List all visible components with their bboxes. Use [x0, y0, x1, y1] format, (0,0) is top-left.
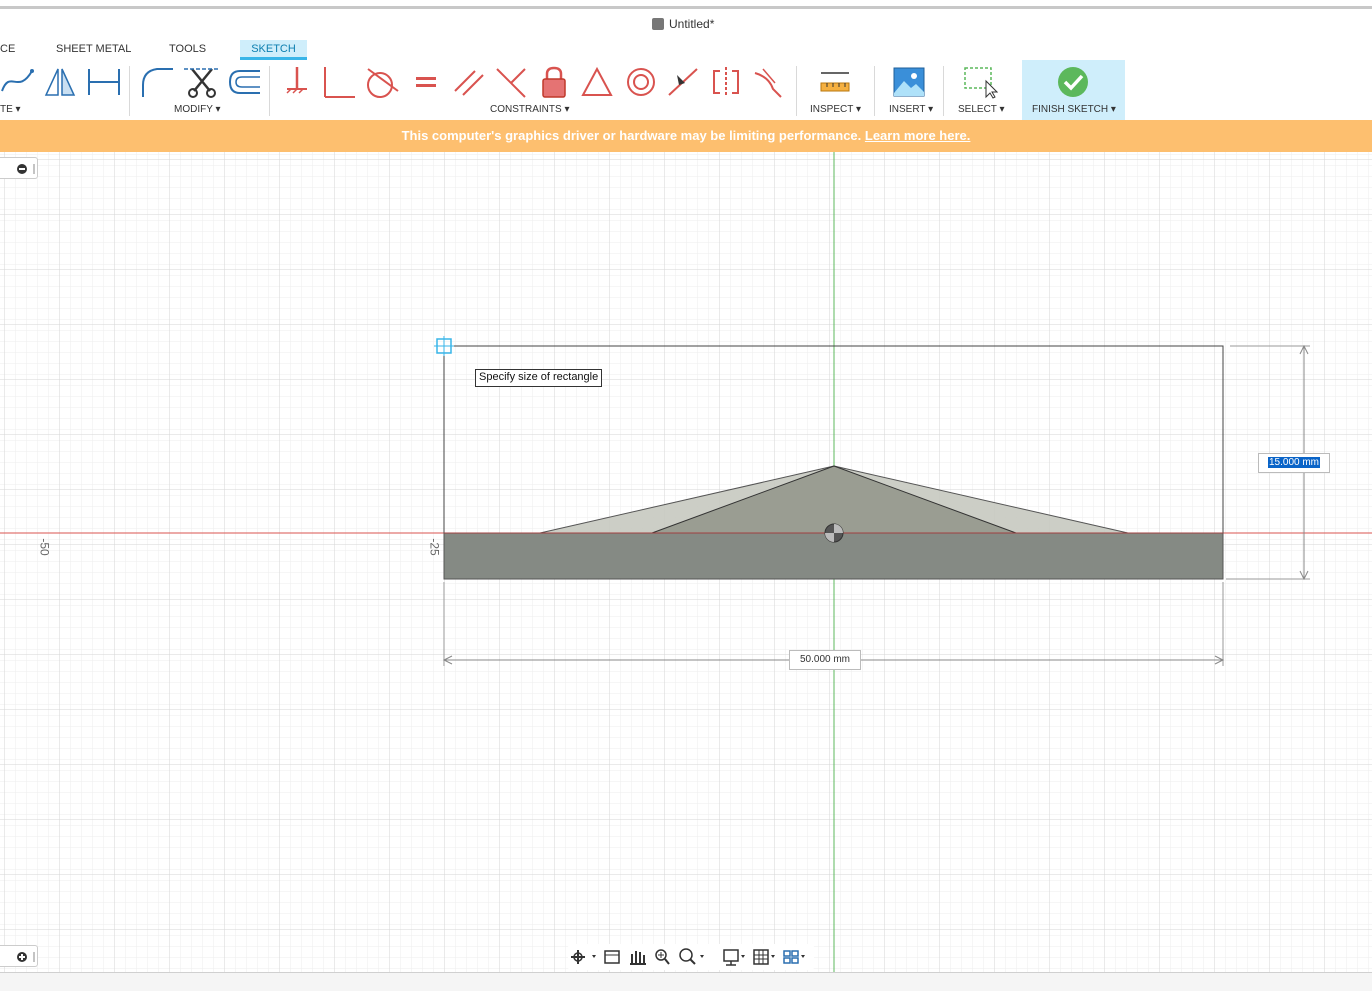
measure-icon[interactable]: [817, 64, 853, 100]
finish-sketch-button[interactable]: FINISH SKETCH ▾: [1032, 104, 1116, 115]
trim-icon[interactable]: [184, 64, 220, 100]
viewports-icon[interactable]: [783, 950, 805, 964]
toolbar-separator: [129, 66, 130, 116]
finish-check-icon[interactable]: [1055, 64, 1091, 100]
axis-label-minus-25: -25: [427, 538, 442, 556]
pan-icon[interactable]: [630, 951, 646, 965]
mirror-icon[interactable]: [42, 64, 78, 100]
lock-icon[interactable]: [536, 64, 572, 100]
concentric-icon[interactable]: [623, 64, 659, 100]
browser-collapse-control[interactable]: [0, 157, 38, 179]
comments-expand-control[interactable]: [0, 945, 38, 967]
modify-group-label[interactable]: MODIFY ▾: [174, 104, 221, 115]
toolbar-separator: [874, 66, 875, 116]
perpendicular-icon[interactable]: [493, 64, 529, 100]
symmetry-icon[interactable]: [708, 64, 744, 100]
triangle-icon[interactable]: [579, 64, 615, 100]
constraints-group-label[interactable]: CONSTRAINTS ▾: [490, 104, 569, 115]
rectangle-tooltip: Specify size of rectangle: [475, 369, 603, 387]
tab-sketch[interactable]: SKETCH: [240, 40, 307, 60]
tab-tools[interactable]: TOOLS: [169, 40, 213, 60]
insert-image-icon[interactable]: [891, 64, 927, 100]
window-select-icon[interactable]: [962, 64, 998, 100]
tab-surface[interactable]: CE: [0, 40, 20, 60]
toolbar-separator: [269, 66, 270, 116]
display-settings-icon[interactable]: [723, 949, 745, 966]
performance-warning-banner: This computer's graphics driver or hardw…: [0, 120, 1372, 152]
axis-label-minus-50: -50: [37, 538, 52, 556]
insert-group-label[interactable]: INSERT ▾: [889, 104, 933, 115]
create-group-label[interactable]: TE ▾: [0, 104, 21, 115]
navigation-toolbar: [568, 944, 814, 970]
width-dimension-label[interactable]: 50.000 mm: [789, 650, 861, 670]
toolbar-separator: [796, 66, 797, 116]
fit-icon[interactable]: [679, 948, 704, 965]
inspect-group-label[interactable]: INSPECT ▾: [810, 104, 861, 115]
height-dimension-value[interactable]: 15.000 mm: [1267, 457, 1321, 468]
orbit-icon[interactable]: [571, 950, 596, 964]
midpoint-icon[interactable]: [665, 64, 701, 100]
fix-icon[interactable]: [279, 64, 315, 100]
learn-more-link[interactable]: Learn more here.: [865, 128, 971, 143]
document-icon: [652, 18, 664, 30]
parallel-icon[interactable]: [451, 64, 487, 100]
height-dimension-input[interactable]: 15.000 mm: [1258, 453, 1330, 473]
look-at-icon[interactable]: [604, 950, 620, 964]
equal-icon[interactable]: [408, 64, 444, 100]
status-bar: [0, 972, 1372, 991]
workspace-tabs: CE SHEET METAL TOOLS SKETCH: [0, 40, 1372, 60]
tab-sheet-metal[interactable]: SHEET METAL: [56, 40, 136, 60]
grid-settings-icon[interactable]: [753, 949, 775, 965]
curvature-icon[interactable]: [751, 64, 787, 100]
dimension-icon[interactable]: [86, 64, 122, 100]
coincident-icon[interactable]: [321, 64, 357, 100]
spline-icon[interactable]: [0, 64, 36, 100]
zoom-icon[interactable]: [655, 949, 670, 965]
sketch-canvas[interactable]: [0, 152, 1372, 972]
offset-icon[interactable]: [226, 64, 262, 100]
tangent-icon[interactable]: [364, 64, 400, 100]
fillet-icon[interactable]: [139, 64, 175, 100]
toolbar-separator: [943, 66, 944, 116]
warning-text: This computer's graphics driver or hardw…: [401, 128, 862, 143]
select-group-label[interactable]: SELECT ▾: [958, 104, 1005, 115]
document-title-text: Untitled*: [669, 17, 715, 31]
document-title: Untitled*: [652, 17, 714, 31]
